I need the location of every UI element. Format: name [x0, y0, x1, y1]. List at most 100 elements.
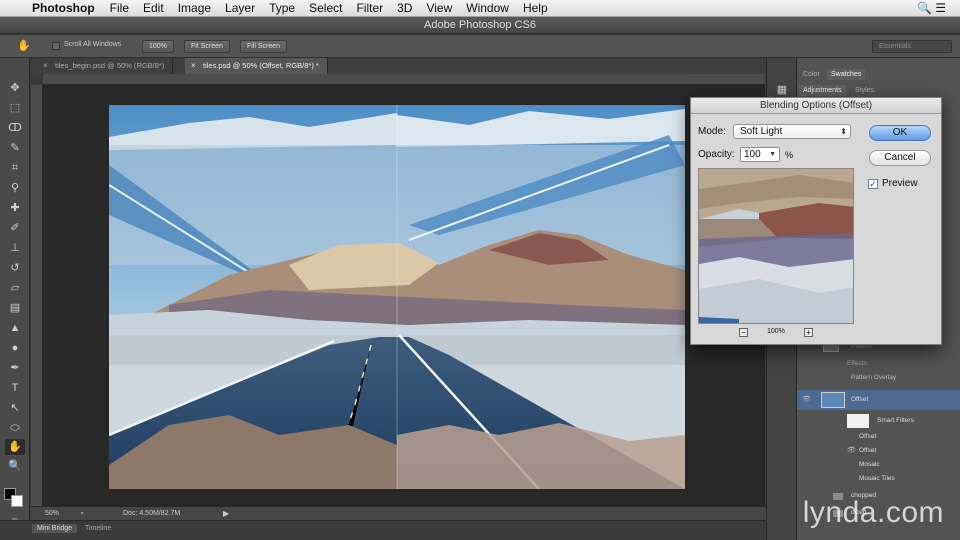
filter-name: Mosaic Tiles	[859, 475, 895, 482]
smart-filters-row[interactable]: Smart Filters	[797, 412, 960, 430]
workspace-switcher[interactable]: Essentials	[872, 40, 952, 53]
tab-swatches[interactable]: Swatches	[827, 69, 866, 80]
filter-name: Offset	[859, 447, 877, 454]
path-selection-tool-icon[interactable]: ↖	[5, 400, 25, 416]
gradient-tool-icon[interactable]: ▤	[5, 300, 25, 316]
quick-select-tool-icon[interactable]: ✎	[5, 140, 25, 156]
zoom-100-button[interactable]: 100%	[142, 40, 174, 53]
brush-tool-icon[interactable]: ✐	[5, 220, 25, 236]
layer-effect-row[interactable]: Effects	[797, 357, 960, 371]
menu-image[interactable]: Image	[171, 1, 218, 15]
eraser-tool-icon[interactable]: ▱	[5, 280, 25, 296]
dialog-title: Blending Options (Offset)	[691, 98, 941, 114]
crop-tool-icon[interactable]: ⌗	[5, 160, 25, 176]
fill-screen-button[interactable]: Fill Screen	[240, 40, 288, 53]
filter-name: Mosaic	[859, 461, 880, 468]
move-tool-icon[interactable]: ✥	[5, 80, 25, 96]
zoom-tool-icon[interactable]: 🔍	[5, 458, 25, 474]
options-bar: ✋ Scroll All Windows 100% Fit Screen Fil…	[0, 35, 960, 58]
tab-timeline[interactable]: Timeline	[80, 524, 116, 533]
status-export-icon[interactable]: ◔	[79, 507, 84, 521]
eyedropper-tool-icon[interactable]: ⚲	[5, 180, 25, 196]
menu-select[interactable]: Select	[302, 1, 349, 15]
tab-tiles-begin[interactable]: × tiles_begin.psd @ 50% (RGB/8*)	[37, 58, 174, 74]
blend-mode-select[interactable]: Soft Light ⬍	[733, 124, 851, 139]
menu-3d[interactable]: 3D	[390, 1, 419, 15]
cancel-button[interactable]: Cancel	[869, 150, 931, 166]
preview-zoom-level: 100%	[767, 328, 785, 335]
preview-checkbox[interactable]: ✓	[868, 179, 878, 189]
layer-effect-row[interactable]: Pattern Overlay	[797, 371, 960, 385]
dodge-tool-icon[interactable]: ●	[5, 340, 25, 356]
window-title: Adobe Photoshop CS6	[0, 17, 960, 34]
menu-extras-icons[interactable]: 🔍 ☰	[917, 1, 946, 15]
fit-screen-button[interactable]: Fit Screen	[184, 40, 230, 53]
document-tabs: × tiles_begin.psd @ 50% (RGB/8*) × tiles…	[31, 58, 766, 74]
hand-tool-preset-icon[interactable]: ✋	[14, 38, 34, 54]
horizontal-ruler[interactable]	[43, 74, 765, 85]
opacity-input[interactable]: 100 ▼	[740, 147, 780, 162]
tab-label: tiles.psd @ 50% (Offset, RGB/8*) *	[203, 61, 319, 70]
scroll-all-windows-checkbox[interactable]	[52, 42, 60, 50]
menu-edit[interactable]: Edit	[136, 1, 171, 15]
filter-row[interactable]: Mosaic	[797, 458, 960, 472]
tab-color[interactable]: Color	[799, 69, 824, 80]
history-brush-tool-icon[interactable]: ↺	[5, 260, 25, 276]
blending-options-dialog: Blending Options (Offset) Mode: Soft Lig…	[690, 97, 942, 345]
canvas-area[interactable]	[43, 85, 765, 506]
zoom-in-button[interactable]: +	[804, 328, 813, 337]
menu-type[interactable]: Type	[262, 1, 302, 15]
history-panel-icon[interactable]: ▦	[772, 82, 792, 98]
document-size: Doc: 4.50M/82.7M	[123, 510, 181, 517]
hand-tool-icon[interactable]: ✋	[5, 439, 25, 455]
ok-button[interactable]: OK	[869, 125, 931, 141]
filter-row[interactable]: Mosaic Tiles	[797, 472, 960, 486]
vertical-ruler[interactable]	[31, 85, 43, 506]
menu-help[interactable]: Help	[516, 1, 555, 15]
document-canvas[interactable]	[109, 105, 685, 489]
status-menu-arrow-icon[interactable]: ▶	[223, 507, 229, 521]
healing-brush-tool-icon[interactable]: ✚	[5, 200, 25, 216]
layer-thumbnail	[821, 392, 845, 408]
menu-file[interactable]: File	[103, 1, 136, 15]
watermark: lynda.com	[802, 496, 944, 529]
zoom-level[interactable]: 50%	[45, 507, 59, 521]
tab-adjustments[interactable]: Adjustments	[799, 85, 846, 96]
menu-layer[interactable]: Layer	[218, 1, 262, 15]
filter-preview-thumbnail[interactable]	[698, 168, 854, 324]
background-color-swatch[interactable]	[11, 495, 23, 507]
opacity-label: Opacity:	[698, 149, 735, 160]
menu-bar: Photoshop File Edit Image Layer Type Sel…	[0, 0, 960, 17]
marquee-tool-icon[interactable]: ⬚	[5, 100, 25, 116]
close-tab-icon[interactable]: ×	[43, 58, 48, 74]
type-tool-icon[interactable]: T	[5, 380, 25, 396]
menu-filter[interactable]: Filter	[349, 1, 390, 15]
filter-row[interactable]: Offset	[797, 430, 960, 444]
lasso-tool-icon[interactable]: ↀ	[5, 120, 25, 136]
menu-window[interactable]: Window	[459, 1, 516, 15]
layer-name: Offset	[851, 396, 869, 403]
opacity-unit: %	[785, 150, 794, 160]
filter-row[interactable]: 👁 Offset	[797, 444, 960, 458]
tab-mini-bridge[interactable]: Mini Bridge	[32, 524, 78, 533]
visibility-eye-icon[interactable]: 👁	[802, 390, 811, 410]
layer-row-selected[interactable]: 👁 Offset	[797, 390, 960, 410]
zoom-out-button[interactable]: −	[739, 328, 748, 337]
filter-name: Offset	[859, 433, 877, 440]
close-tab-icon[interactable]: ×	[191, 58, 196, 74]
pen-tool-icon[interactable]: ✒	[5, 360, 25, 376]
blend-mode-value: Soft Light	[740, 126, 783, 137]
blur-tool-icon[interactable]: ▲	[5, 320, 25, 336]
visibility-eye-icon[interactable]: 👁	[847, 444, 856, 458]
clone-stamp-tool-icon[interactable]: ⊥	[5, 240, 25, 256]
tab-styles[interactable]: Styles	[851, 85, 878, 96]
shape-tool-icon[interactable]: ⬭	[5, 420, 25, 436]
layer-effects-label: Effects	[847, 360, 867, 367]
app-menu[interactable]: Photoshop	[30, 1, 103, 15]
scroll-all-windows-label: Scroll All Windows	[64, 41, 122, 48]
chevron-down-icon[interactable]: ▼	[769, 148, 776, 161]
menu-view[interactable]: View	[419, 1, 459, 15]
tab-tiles[interactable]: × tiles.psd @ 50% (Offset, RGB/8*) *	[185, 58, 328, 74]
smart-filters-label: Smart Filters	[877, 417, 914, 424]
tools-panel: ✥ ⬚ ↀ ✎ ⌗ ⚲ ✚ ✐ ⊥ ↺ ▱ ▤ ▲ ● ✒ T ↖ ⬭ ✋ 🔍 …	[0, 58, 30, 525]
